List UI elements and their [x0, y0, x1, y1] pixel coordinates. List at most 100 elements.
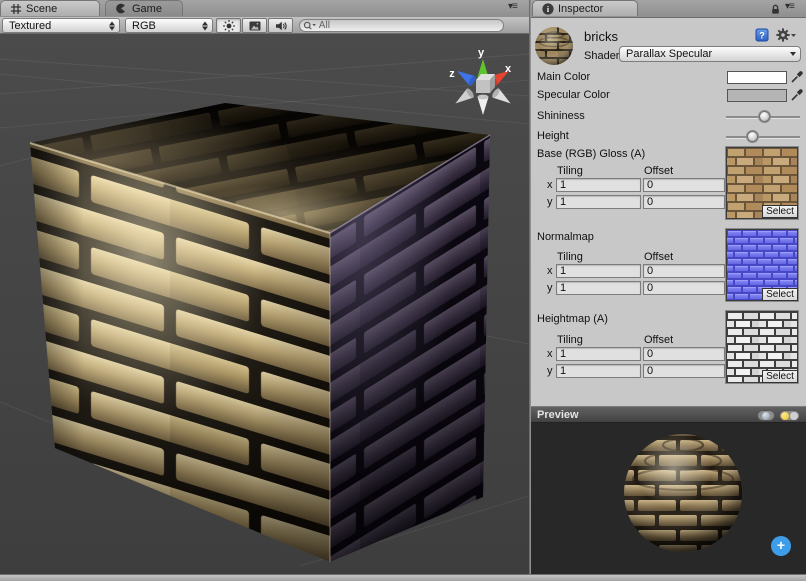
scene-skybox-toggle[interactable]	[242, 18, 267, 33]
tab-game-label: Game	[132, 3, 162, 15]
tab-inspector[interactable]: i Inspector	[532, 0, 638, 16]
shader-dropdown[interactable]: Parallax Specular	[619, 46, 801, 62]
y-axis-label: y	[547, 196, 553, 209]
light-on-icon	[781, 412, 789, 420]
height-tiling-y-input[interactable]	[556, 364, 641, 378]
shininess-slider[interactable]	[726, 111, 800, 123]
base-offset-x-input[interactable]	[643, 178, 725, 192]
scene-tabbar: Scene Game ▾≡	[0, 0, 529, 18]
tiling-header: Tiling	[557, 334, 583, 347]
gizmo-axis-z[interactable]	[454, 66, 477, 86]
tab-scene-label: Scene	[26, 3, 57, 15]
brick-cube[interactable]	[30, 103, 490, 562]
normal-offset-x-input[interactable]	[643, 264, 725, 278]
slider-thumb[interactable]	[759, 111, 770, 122]
section-title: Base (RGB) Gloss (A)	[537, 148, 645, 161]
tab-scene[interactable]: Scene	[0, 0, 100, 16]
window-bottom-edge	[0, 574, 806, 581]
draw-mode-dropdown[interactable]: Textured	[2, 18, 120, 33]
scene-3d-view: y x z	[0, 34, 529, 574]
search-input[interactable]	[317, 20, 500, 31]
shininess-label: Shininess	[537, 110, 585, 123]
draw-mode-value: Textured	[9, 20, 51, 32]
preview-lighting-toggle[interactable]	[779, 410, 800, 421]
slider-thumb[interactable]	[747, 131, 758, 142]
y-axis-label: y	[547, 365, 553, 378]
color-mode-value: RGB	[132, 20, 156, 32]
scene-lighting-toggle[interactable]	[216, 18, 241, 33]
material-name: bricks	[584, 30, 618, 43]
gizmo-label-y: y	[478, 47, 485, 59]
add-icon[interactable]: +	[771, 536, 791, 556]
height-tiling-x-input[interactable]	[556, 347, 641, 361]
inspector-panel: i Inspector ▾≡ bricks Shader Parallax Sp…	[531, 0, 806, 574]
section-title: Normalmap	[537, 231, 594, 244]
tab-game[interactable]: Game	[105, 0, 183, 16]
image-icon	[248, 19, 262, 33]
scene-viewport[interactable]: y x z	[0, 34, 529, 574]
info-icon: i	[542, 3, 554, 15]
shader-label: Shader	[584, 50, 619, 63]
scene-gizmo[interactable]: y x z	[449, 47, 514, 115]
heightmap-select-button[interactable]: Select	[762, 370, 798, 383]
gizmo-axis-neg-x[interactable]	[452, 87, 475, 108]
light-off-icon	[790, 412, 798, 420]
y-axis-label: y	[547, 282, 553, 295]
x-axis-label: x	[547, 179, 553, 192]
scene-panel: Scene Game ▾≡ Textured RGB	[0, 0, 529, 574]
tiling-header: Tiling	[557, 251, 583, 264]
tiling-header: Tiling	[557, 165, 583, 178]
scene-panel-menu-icon[interactable]: ▾≡	[508, 1, 517, 12]
eyedropper-icon[interactable]	[790, 69, 803, 84]
preview-title: Preview	[537, 409, 579, 421]
game-icon	[115, 2, 128, 15]
eyedropper-icon[interactable]	[790, 87, 803, 102]
base-tiling-y-input[interactable]	[556, 195, 641, 209]
gizmo-cube[interactable]	[476, 80, 490, 93]
x-axis-label: x	[547, 265, 553, 278]
material-thumbnail-sphere[interactable]	[534, 26, 574, 66]
preview-viewport[interactable]	[531, 423, 806, 574]
tab-inspector-label: Inspector	[558, 3, 603, 15]
normal-offset-y-input[interactable]	[643, 281, 725, 295]
dropdown-arrows-icon	[202, 21, 208, 30]
normal-tiling-x-input[interactable]	[556, 264, 641, 278]
scene-audio-toggle[interactable]	[268, 18, 293, 33]
specular-color-label: Specular Color	[537, 89, 610, 102]
sphere-shape-icon	[762, 412, 770, 420]
height-slider[interactable]	[726, 131, 800, 143]
gizmo-axis-neg-z[interactable]	[491, 87, 514, 108]
svg-text:?: ?	[759, 31, 765, 41]
base-offset-y-input[interactable]	[643, 195, 725, 209]
preview-shape-toggle[interactable]	[757, 410, 775, 421]
normal-tiling-y-input[interactable]	[556, 281, 641, 295]
inspector-panel-menu-icon[interactable]: ▾≡	[785, 1, 794, 12]
main-color-label: Main Color	[537, 71, 590, 84]
section-title: Heightmap (A)	[537, 313, 608, 326]
grid-icon	[10, 3, 22, 15]
offset-header: Offset	[644, 334, 673, 347]
height-offset-y-input[interactable]	[643, 364, 725, 378]
help-icon[interactable]: ?	[755, 28, 769, 42]
gizmo-label-x: x	[505, 63, 512, 75]
shader-value: Parallax Specular	[626, 48, 712, 60]
preview-header[interactable]: Preview	[531, 406, 806, 423]
base-tiling-x-input[interactable]	[556, 178, 641, 192]
material-preview-sphere[interactable]	[531, 423, 806, 574]
x-axis-label: x	[547, 348, 553, 361]
specular-color-swatch[interactable]	[727, 89, 787, 102]
normalmap-select-button[interactable]: Select	[762, 288, 798, 301]
gizmo-axis-neg-y[interactable]	[478, 95, 489, 115]
dropdown-arrows-icon	[109, 21, 115, 30]
main-color-swatch[interactable]	[727, 71, 787, 84]
color-mode-dropdown[interactable]: RGB	[125, 18, 213, 33]
scene-search-field[interactable]	[299, 19, 504, 32]
dropdown-arrow-icon	[790, 52, 796, 56]
gear-icon[interactable]	[776, 28, 796, 42]
height-offset-x-input[interactable]	[643, 347, 725, 361]
offset-header: Offset	[644, 251, 673, 264]
base-texture-select-button[interactable]: Select	[762, 205, 798, 218]
offset-header: Offset	[644, 165, 673, 178]
lock-icon[interactable]	[770, 4, 781, 15]
inspector-tabbar: i Inspector ▾≡	[531, 0, 806, 18]
